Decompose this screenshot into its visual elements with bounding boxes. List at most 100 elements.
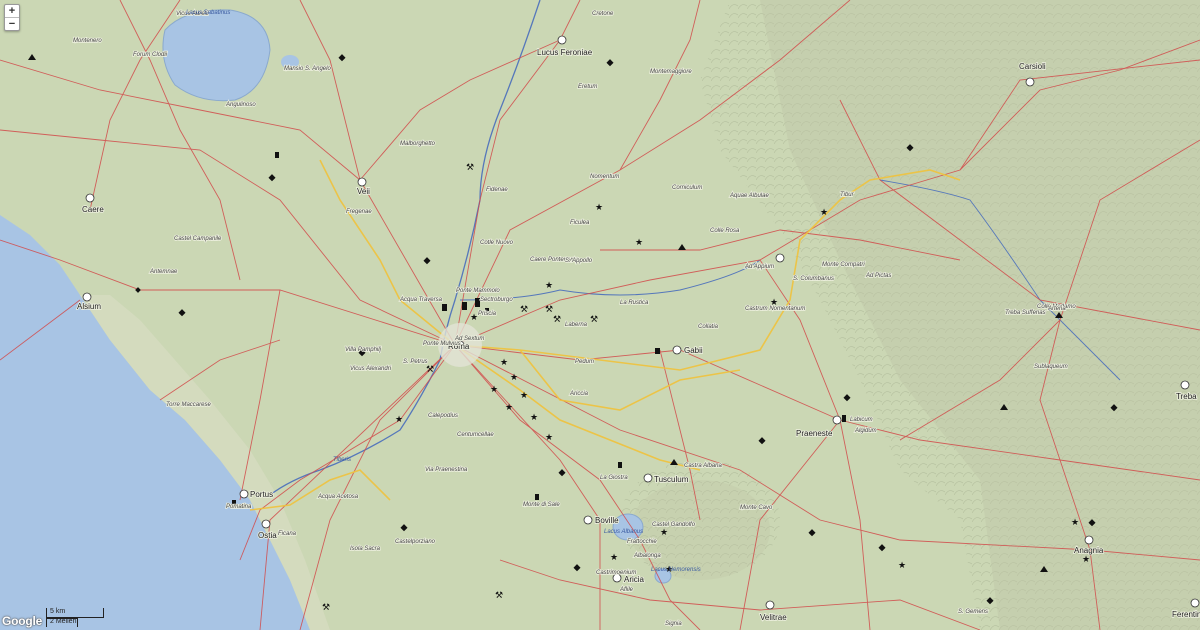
place-label[interactable]: Mansio S. Angelo — [283, 65, 332, 73]
place-label[interactable]: Collatia — [697, 323, 719, 331]
svg-text:★: ★ — [1082, 555, 1090, 565]
place-label[interactable]: Acqua Traversa — [398, 296, 443, 304]
place-label[interactable]: Acqua Acetosa — [316, 493, 359, 501]
place-label[interactable]: Carsioli — [1018, 61, 1046, 72]
place-label[interactable]: Aricia — [623, 574, 645, 585]
lake-label: Lacus Albanus — [604, 529, 643, 535]
place-label[interactable]: Monte Compatri — [821, 261, 866, 269]
place-label[interactable]: Lucus Feroniae — [536, 47, 593, 58]
place-label[interactable]: Corniculum — [671, 184, 703, 192]
place-label[interactable]: Fregenae — [345, 208, 373, 216]
place-label[interactable]: Tusculum — [653, 474, 689, 485]
place-label[interactable]: Anagnia — [1073, 545, 1105, 556]
place-label[interactable]: Nomentum — [589, 173, 620, 181]
place-label[interactable]: Treba Suffenas — [1004, 309, 1046, 317]
place-label[interactable]: Sectroburgo — [479, 296, 514, 304]
place-label[interactable]: Veii — [356, 186, 371, 197]
alban-hills-shade — [630, 480, 770, 580]
place-label[interactable]: Castelporziano — [394, 538, 436, 546]
place-label[interactable]: Montemaggiore — [649, 68, 693, 76]
place-label[interactable]: S. Columbanus — [792, 275, 835, 283]
svg-text:⚒: ⚒ — [545, 305, 553, 315]
place-label[interactable]: Ad Pictas — [864, 272, 892, 280]
place-label[interactable]: Aquae Albulae — [728, 192, 770, 200]
place-label[interactable]: Tibur — [839, 191, 855, 199]
place-label[interactable]: Malborghetto — [399, 140, 436, 148]
place-label[interactable]: Vicus Alexandri — [349, 365, 392, 373]
place-label[interactable]: Ferentinum — [1171, 609, 1200, 620]
place-label[interactable]: Ariccia — [568, 390, 589, 398]
google-logo[interactable]: Google — [2, 614, 42, 628]
place-label[interactable]: Ostia — [257, 530, 278, 541]
place-label[interactable]: Forum Clodii — [132, 51, 168, 59]
place-label[interactable]: Portus — [249, 489, 274, 500]
place-label[interactable]: S. Appollo — [564, 257, 593, 265]
place-label[interactable]: Ficana — [277, 530, 297, 538]
place-label[interactable]: Colle Rosa — [709, 227, 741, 235]
place-label[interactable]: Pedum — [574, 358, 595, 366]
place-label[interactable]: Cotle Nuovo — [479, 239, 514, 247]
place-label[interactable]: Monte Cavo — [739, 504, 774, 512]
place-label[interactable]: Algidum — [853, 427, 877, 435]
map-canvas[interactable]: ★★★ ★★★ ★★★ ★★★ ★★★ ★★★ ★★ ⚒⚒⚒ ⚒⚒⚒ ⚒⚒ Ro… — [0, 0, 1200, 630]
place-label[interactable]: Velitrae — [759, 612, 788, 623]
place-label[interactable]: Artena — [1046, 305, 1067, 313]
svg-text:★: ★ — [545, 281, 553, 291]
place-label[interactable]: Isola Sacra — [349, 545, 381, 553]
svg-text:★: ★ — [635, 238, 643, 248]
place-label[interactable]: Eretum — [577, 83, 598, 91]
place-label[interactable]: Montenero — [72, 37, 103, 45]
lake-bracciano — [162, 9, 271, 102]
place-label[interactable]: Castrum Nomentanum — [744, 305, 806, 313]
svg-text:⚒: ⚒ — [495, 591, 503, 601]
place-label[interactable]: Laberna — [564, 321, 588, 329]
place-label[interactable]: Fidenae — [485, 186, 509, 194]
place-label[interactable]: Via Praenestina — [424, 466, 469, 474]
svg-text:⚒: ⚒ — [590, 315, 598, 325]
place-label[interactable]: Aflile — [618, 586, 634, 594]
place-label[interactable]: Pomatina — [225, 503, 253, 511]
place-label[interactable]: Ficulea — [569, 219, 591, 227]
svg-text:★: ★ — [470, 313, 478, 323]
place-label[interactable]: Monte di Sale — [522, 501, 561, 509]
place-label[interactable]: Praeneste — [795, 428, 834, 439]
place-label[interactable]: Frattocchie — [626, 538, 658, 546]
zoom-in-button[interactable]: + — [5, 5, 19, 17]
place-label[interactable]: Gabii — [683, 345, 703, 356]
place-label[interactable]: Signia — [664, 620, 683, 628]
svg-text:★: ★ — [395, 415, 403, 425]
place-label[interactable]: Ad Appium — [743, 263, 775, 271]
svg-text:★: ★ — [898, 561, 906, 571]
place-label[interactable]: Labicum — [849, 416, 873, 424]
place-label[interactable]: Antemnae — [148, 268, 179, 276]
place-label[interactable]: Caere — [81, 204, 105, 215]
place-label[interactable]: S. Petrus — [402, 358, 428, 366]
svg-text:★: ★ — [520, 391, 528, 401]
place-label[interactable]: Boville — [594, 515, 620, 526]
svg-text:★: ★ — [490, 385, 498, 395]
place-label[interactable]: Centumcellae — [456, 431, 495, 439]
place-label[interactable]: Alsium — [76, 301, 102, 312]
place-label[interactable]: Priscia — [477, 310, 497, 318]
place-label[interactable]: Cretone — [591, 10, 615, 18]
place-label[interactable]: La Giostra — [599, 474, 629, 482]
place-label[interactable]: Castra Albana — [683, 462, 723, 470]
place-label[interactable]: Calepodius — [427, 412, 459, 420]
place-label[interactable]: Villa Pamphilj — [344, 346, 382, 354]
place-label[interactable]: Castrimoenium — [595, 569, 637, 577]
river-label: Tiberis — [333, 457, 351, 463]
place-label[interactable]: Castel Gandolfo — [651, 521, 696, 529]
place-label[interactable]: Angulinoso — [224, 101, 257, 109]
place-label[interactable]: Albalonga — [632, 552, 662, 560]
place-label[interactable]: Sublaqueum — [1033, 363, 1068, 371]
place-label[interactable]: Ponte Mammolo — [455, 287, 501, 295]
place-label[interactable]: La Rustica — [619, 299, 650, 307]
place-label[interactable]: Castel Campanile — [173, 235, 223, 243]
place-label[interactable]: Ad Sextum — [453, 335, 485, 343]
zoom-out-button[interactable]: − — [5, 17, 19, 30]
place-label[interactable]: Treba — [1175, 391, 1198, 402]
svg-text:⚒: ⚒ — [553, 315, 561, 325]
place-label[interactable]: S. Gemens — [957, 608, 989, 616]
scale-bar: 5 km 2 Meilen — [46, 608, 104, 627]
place-label[interactable]: Torre Maccarese — [165, 401, 212, 409]
